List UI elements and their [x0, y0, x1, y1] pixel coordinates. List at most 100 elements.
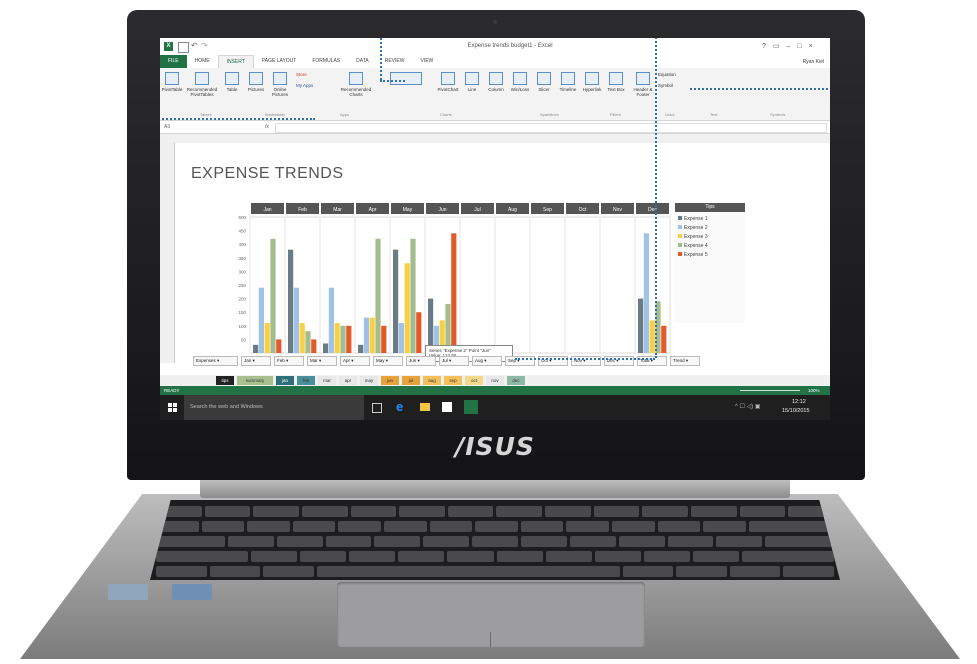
- sheet-title: EXPENSE TRENDS: [191, 165, 344, 182]
- user-name[interactable]: Ryan Kiel: [803, 59, 830, 65]
- sheet-tab-may[interactable]: may: [360, 376, 378, 385]
- callout-line: [160, 118, 315, 121]
- system-tray-icons[interactable]: ^ ☐ ◁) ▣: [735, 403, 760, 410]
- filter-cell[interactable]: Jun ▾: [406, 356, 436, 366]
- timeline-icon: [561, 72, 575, 85]
- save-icon[interactable]: [178, 42, 189, 53]
- legend-swatch: [678, 234, 682, 238]
- bar-expense-4: [375, 238, 381, 353]
- filter-cell[interactable]: Feb ▾: [274, 356, 304, 366]
- recommended-pivottables-button[interactable]: Recommended PivotTables: [184, 68, 220, 108]
- sheet-tab-tips[interactable]: tips: [216, 376, 234, 385]
- tab-data[interactable]: DATA: [348, 55, 377, 68]
- online-pictures-button[interactable]: Online Pictures: [268, 68, 292, 108]
- column-sparkline-button[interactable]: Column: [484, 68, 508, 108]
- file-explorer-icon[interactable]: [420, 403, 430, 411]
- filter-cell[interactable]: Apr ▾: [340, 356, 370, 366]
- legend-item: Expense 4: [678, 243, 742, 249]
- bar-expense-5: [381, 325, 387, 353]
- pivotchart-button[interactable]: PivotChart: [436, 68, 460, 108]
- filter-cell[interactable]: Expenses ▾: [193, 356, 238, 366]
- symbol-button[interactable]: Symbol: [658, 83, 673, 88]
- tab-formulas[interactable]: FORMULAS: [304, 55, 348, 68]
- filter-cell[interactable]: Trend ▾: [670, 356, 700, 366]
- filter-cell[interactable]: Mar ▾: [307, 356, 337, 366]
- text-box-icon: [609, 72, 623, 85]
- table-button[interactable]: Table: [220, 68, 244, 108]
- pivotchart-icon: [441, 72, 455, 85]
- store-button[interactable]: Store: [296, 72, 307, 77]
- redo-icon[interactable]: ↷: [201, 41, 208, 50]
- pivottable-button[interactable]: PivotTable: [160, 68, 184, 108]
- winloss-sparkline-button[interactable]: Win/Loss: [508, 68, 532, 108]
- window-controls[interactable]: ?▭–□×: [762, 42, 820, 50]
- bar-expense-1: [323, 343, 329, 353]
- tab-view[interactable]: VIEW: [412, 55, 441, 68]
- sheet-tab-oct[interactable]: oct: [465, 376, 483, 385]
- windows-sticker: [172, 584, 212, 600]
- category-label: Jan: [263, 207, 271, 213]
- sheet-tab-mar[interactable]: mar: [318, 376, 336, 385]
- line-sparkline-button[interactable]: Line: [460, 68, 484, 108]
- sheet-tab-jun[interactable]: jun: [381, 376, 399, 385]
- edge-icon[interactable]: e: [396, 399, 403, 414]
- zoom-level[interactable]: 100%: [808, 388, 820, 393]
- timeline-button[interactable]: Timeline: [556, 68, 580, 108]
- sheet-tab-dec[interactable]: dec: [507, 376, 525, 385]
- bar-expense-2: [258, 287, 264, 353]
- zoom-slider[interactable]: [740, 390, 800, 391]
- column-icon: [489, 72, 503, 85]
- group-label-symbols: Symbols: [770, 112, 786, 117]
- store-icon[interactable]: [442, 402, 452, 412]
- filter-cell[interactable]: Jan ▾: [241, 356, 271, 366]
- sheet-tab-nov[interactable]: nov: [486, 376, 504, 385]
- y-tick-label: 450: [238, 229, 246, 234]
- touchpad-divider: [490, 632, 491, 647]
- fx-label[interactable]: fx: [265, 124, 269, 130]
- legend-label: Expense 2: [684, 225, 708, 231]
- ribbon: PivotTable Recommended PivotTables Table…: [160, 68, 830, 121]
- filter-cell[interactable]: Aug ▾: [472, 356, 502, 366]
- bar-expense-1: [288, 249, 294, 353]
- pivottable-icon: [195, 72, 209, 85]
- expense-chart[interactable]: Jan Feb Mar Apr May Jun Jul Aug Sep Oct Nov Dec5010…: [225, 203, 675, 363]
- sheet-tab-jul[interactable]: jul: [402, 376, 420, 385]
- excel-taskbar-icon[interactable]: [464, 400, 478, 414]
- tab-home[interactable]: HOME: [187, 55, 218, 68]
- sheet-tab-sep[interactable]: sep: [444, 376, 462, 385]
- task-view-icon[interactable]: [372, 403, 382, 413]
- tab-page-layout[interactable]: PAGE LAYOUT: [254, 55, 305, 68]
- my-apps-button[interactable]: My Apps: [296, 83, 313, 88]
- slicer-button[interactable]: Slicer: [532, 68, 556, 108]
- group-label-illustrations: Illustrations: [265, 112, 286, 117]
- ribbon-tabs: FILE HOME INSERT PAGE LAYOUT FORMULAS DA…: [160, 54, 830, 69]
- equation-button[interactable]: Equation: [658, 72, 676, 77]
- text-box-button[interactable]: Text Box: [604, 68, 628, 108]
- taskbar-search[interactable]: Search the web and Windows: [184, 395, 364, 420]
- name-box[interactable]: A3: [164, 124, 170, 130]
- worksheet[interactable]: EXPENSE TRENDS Jan Feb Mar Apr May Jun Jul Aug S…: [175, 143, 830, 363]
- y-tick-label: 100: [238, 324, 246, 329]
- undo-icon[interactable]: ↶: [191, 41, 198, 50]
- windows-start-icon[interactable]: [168, 403, 177, 412]
- sheet-tab-aug[interactable]: aug: [423, 376, 441, 385]
- sheet-tab-feb[interactable]: feb: [297, 376, 315, 385]
- recommended-charts-button[interactable]: Recommended Charts: [336, 68, 376, 108]
- filter-cell[interactable]: Jul ▾: [439, 356, 469, 366]
- category-label: Oct: [579, 207, 587, 213]
- sheet-tab-jan[interactable]: jan: [276, 376, 294, 385]
- keyboard: [150, 500, 840, 580]
- chart-types-group[interactable]: [376, 68, 436, 108]
- sheet-tab-summary[interactable]: summary: [237, 376, 273, 385]
- formula-input[interactable]: [275, 123, 827, 133]
- hyperlink-button[interactable]: Hyperlink: [580, 68, 604, 108]
- pictures-button[interactable]: Pictures: [244, 68, 268, 108]
- tab-insert[interactable]: INSERT: [217, 54, 254, 69]
- tab-file[interactable]: FILE: [160, 55, 187, 68]
- bar-expense-2: [293, 287, 299, 353]
- sheet-tab-apr[interactable]: apr: [339, 376, 357, 385]
- header-footer-button[interactable]: Header & Footer: [628, 68, 658, 108]
- legend-swatch: [678, 243, 682, 247]
- bar-expense-1: [638, 298, 644, 353]
- filter-cell[interactable]: May ▾: [373, 356, 403, 366]
